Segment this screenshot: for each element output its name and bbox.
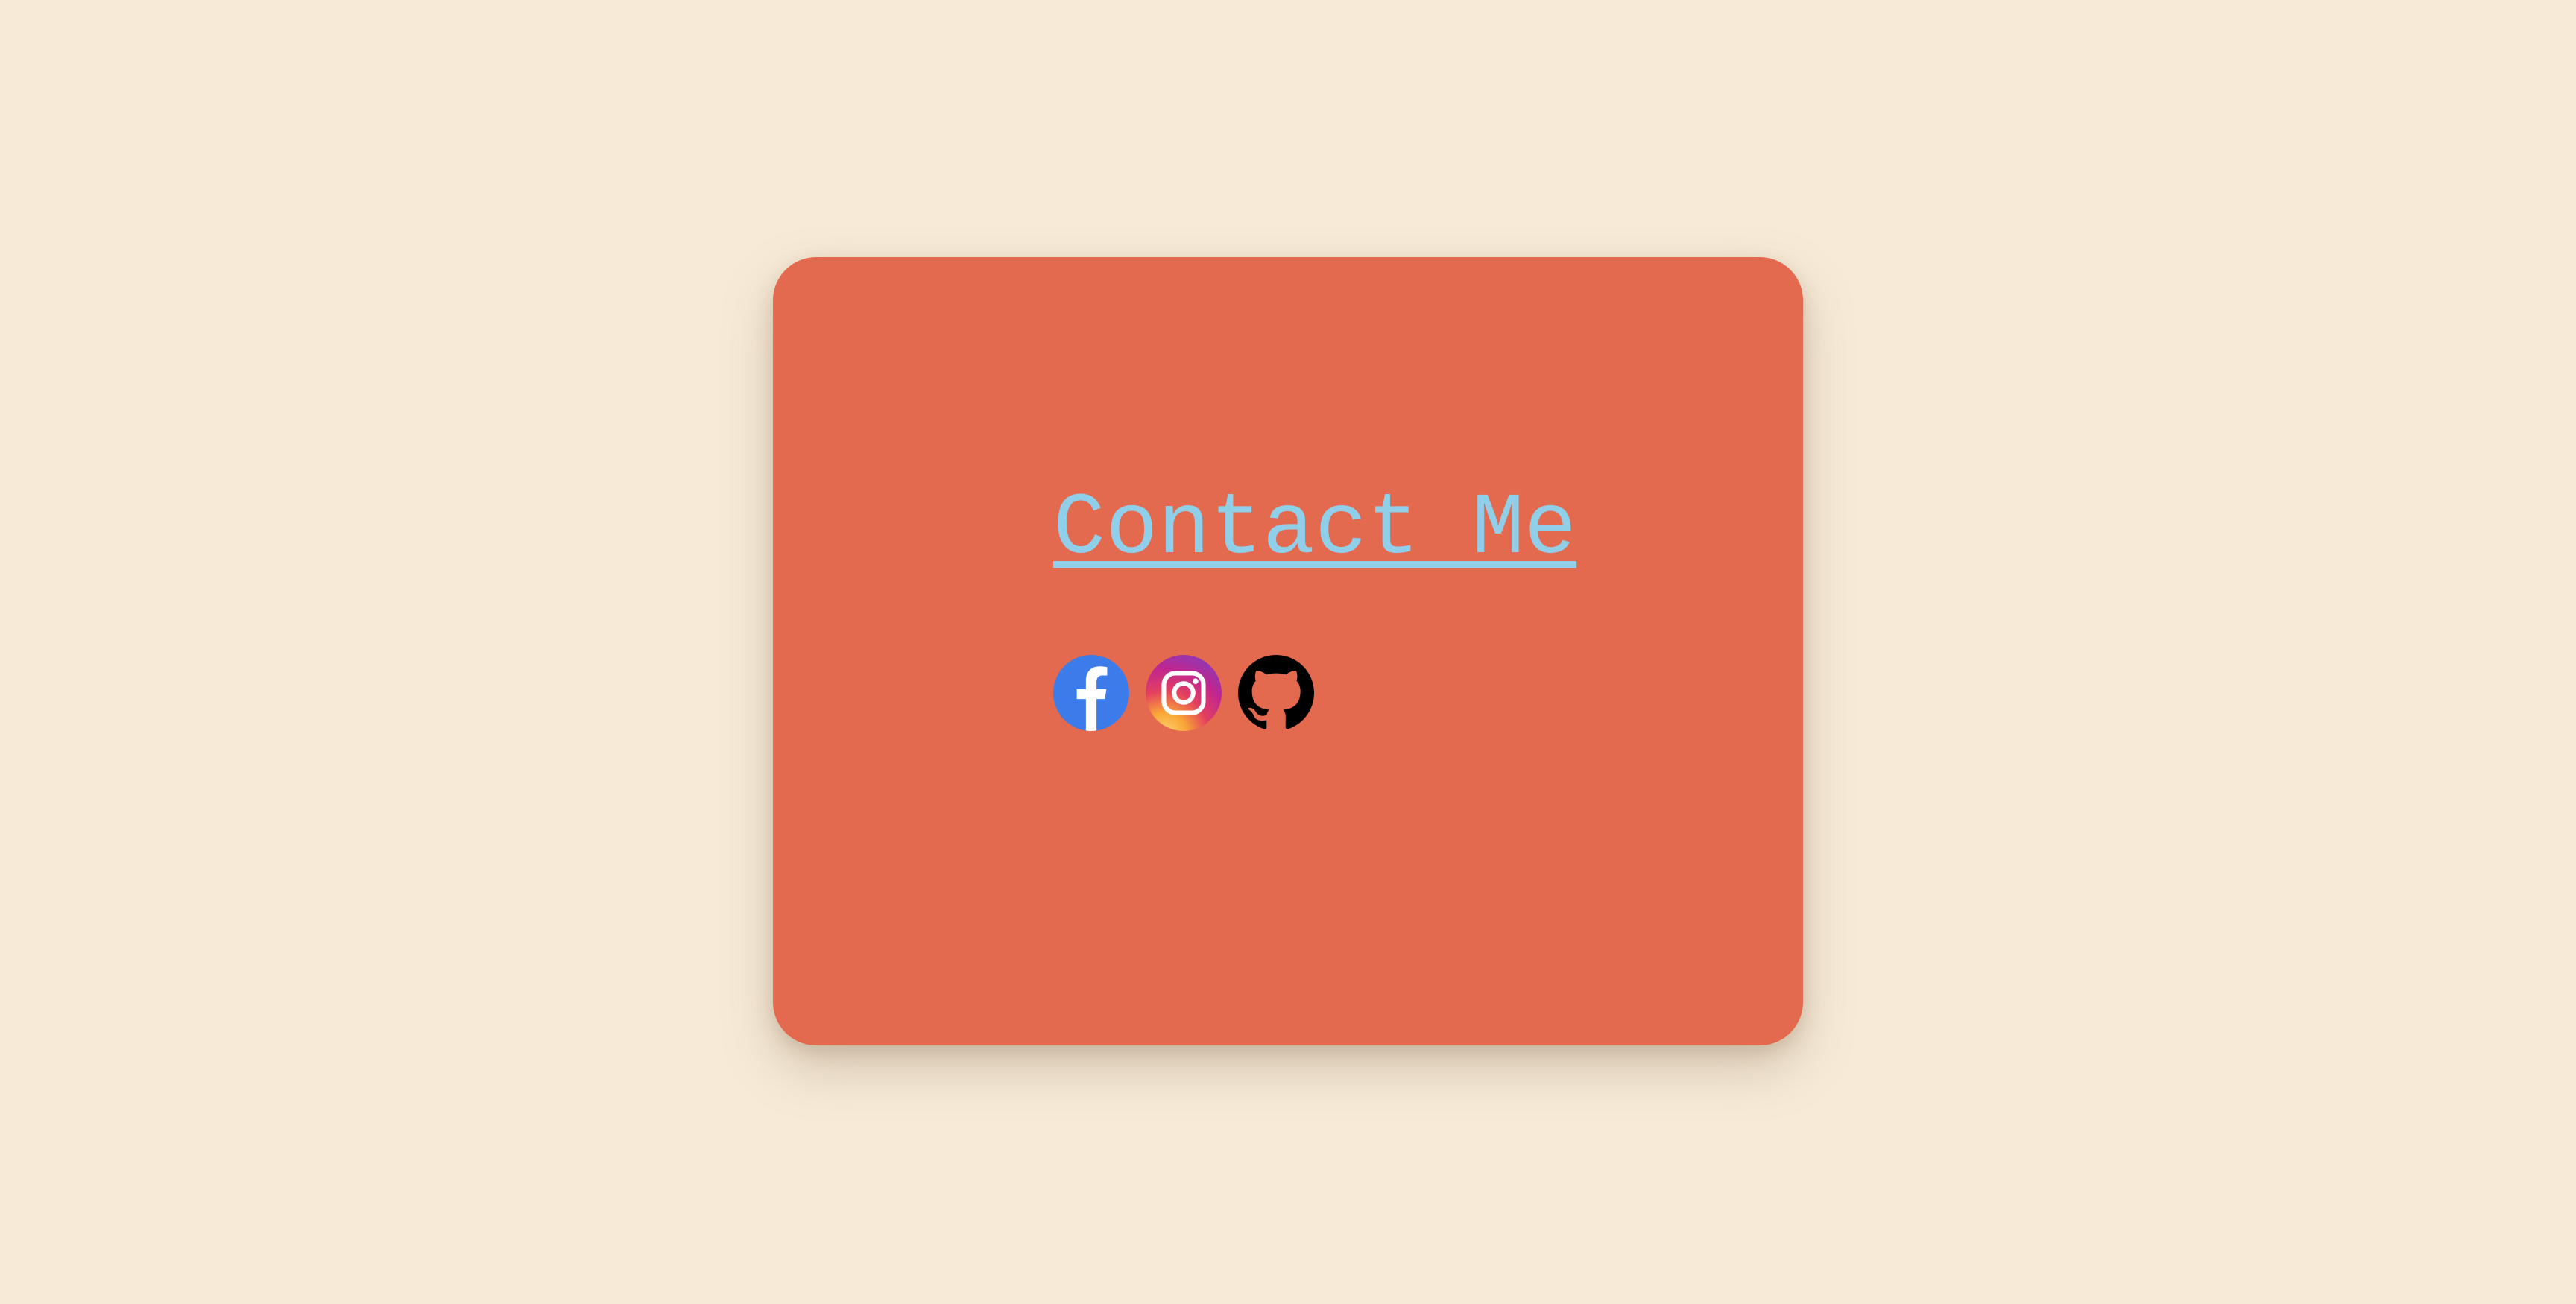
github-link[interactable] [1238,655,1314,731]
github-icon [1238,655,1314,729]
facebook-link[interactable] [1053,655,1129,731]
instagram-link[interactable] [1146,655,1222,731]
facebook-icon [1053,655,1129,731]
contact-card: Contact Me [773,257,1803,1045]
social-links [1053,655,1314,731]
instagram-icon [1146,655,1222,731]
contact-me-title[interactable]: Contact Me [1053,487,1576,574]
